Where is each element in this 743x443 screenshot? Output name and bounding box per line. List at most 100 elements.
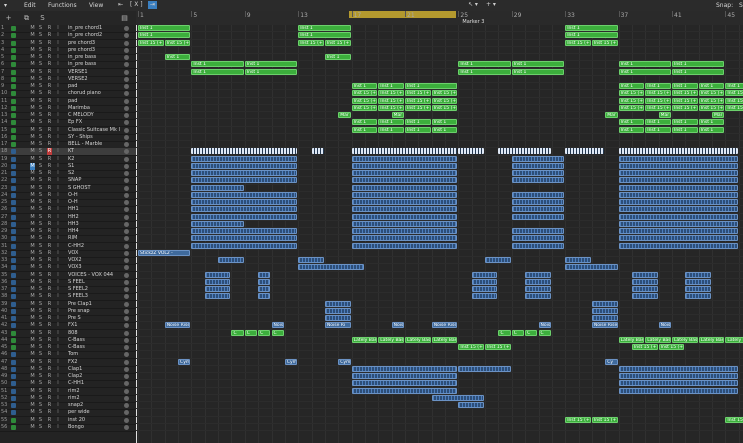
audio-region[interactable] (351, 220, 458, 227)
midi-region[interactable]: Inst 15 (+7 (645, 104, 671, 111)
audio-region[interactable] (471, 286, 498, 292)
midi-region[interactable]: Inst 1 (405, 119, 431, 126)
volume-knob-icon[interactable] (124, 171, 129, 176)
input-monitor-icon[interactable]: I (56, 402, 60, 409)
mute-button[interactable]: M (30, 170, 35, 177)
solo-button[interactable]: S (38, 170, 43, 177)
volume-knob-icon[interactable] (124, 163, 129, 169)
audio-region[interactable] (685, 271, 712, 278)
midi-region[interactable]: Inst 15 (+7 (698, 97, 725, 104)
record-button[interactable]: R (47, 61, 52, 68)
solo-button[interactable]: S (38, 112, 43, 119)
input-monitor-icon[interactable]: I (56, 330, 60, 337)
audio-region[interactable] (618, 206, 738, 213)
input-monitor-icon[interactable]: I (56, 185, 60, 192)
solo-button[interactable]: S (38, 235, 43, 242)
volume-knob-icon[interactable] (124, 178, 129, 184)
solo-button[interactable]: S (38, 127, 43, 134)
audio-region[interactable] (618, 199, 738, 205)
audio-region[interactable] (511, 155, 565, 162)
mute-button[interactable]: M (30, 90, 35, 97)
mute-button[interactable]: M (30, 61, 35, 68)
input-monitor-icon[interactable]: I (56, 83, 60, 90)
volume-knob-icon[interactable] (124, 403, 129, 408)
midi-region[interactable]: Inst 1 (645, 126, 671, 133)
midi-region[interactable]: C (231, 329, 244, 336)
volume-knob-icon[interactable] (124, 185, 129, 191)
volume-knob-icon[interactable] (124, 221, 129, 227)
midi-region[interactable]: Inst 1 (698, 119, 725, 126)
mute-button[interactable]: M (30, 185, 35, 192)
mute-button[interactable]: M (30, 264, 35, 271)
audio-region[interactable] (351, 387, 458, 394)
audio-region[interactable] (458, 402, 485, 408)
input-monitor-icon[interactable]: I (56, 192, 60, 199)
midi-region[interactable]: Inst 1 (511, 61, 565, 68)
solo-button[interactable]: S (38, 98, 43, 105)
track-name[interactable]: SNAP (68, 177, 81, 184)
solo-button[interactable]: S (38, 83, 43, 90)
midi-region[interactable]: C (511, 329, 525, 336)
volume-knob-icon[interactable] (124, 337, 129, 343)
audio-region[interactable] (511, 177, 565, 184)
audio-region[interactable] (351, 228, 458, 234)
audio-region[interactable] (191, 148, 298, 155)
mute-button[interactable]: M (30, 330, 35, 337)
midi-region[interactable]: Inst 15 (+7 (378, 97, 404, 104)
audio-region[interactable] (351, 235, 458, 242)
midi-region[interactable]: Inst 1 (565, 32, 618, 39)
audio-region[interactable] (324, 307, 351, 314)
volume-knob-icon[interactable] (124, 279, 129, 285)
input-monitor-icon[interactable]: I (56, 424, 60, 431)
midi-region[interactable]: Inst 1 (672, 83, 698, 89)
input-monitor-icon[interactable]: I (56, 337, 60, 344)
track-name[interactable]: per wide (68, 409, 90, 416)
track-name[interactable]: Classic Suitcase Mk I (68, 127, 120, 134)
record-button[interactable]: R (47, 243, 52, 250)
record-button[interactable]: R (47, 98, 52, 105)
mute-button[interactable]: M (30, 344, 35, 351)
solo-button[interactable]: S (38, 54, 43, 61)
audio-region[interactable] (431, 394, 485, 401)
volume-knob-icon[interactable] (124, 424, 129, 430)
mute-button[interactable]: M (30, 214, 35, 221)
mute-button[interactable]: M (30, 315, 35, 322)
volume-knob-icon[interactable] (124, 410, 129, 416)
solo-button[interactable]: S (38, 156, 43, 163)
solo-button[interactable]: S (38, 293, 43, 300)
audio-region[interactable] (565, 264, 618, 271)
solo-button[interactable]: S (38, 351, 43, 358)
mute-button[interactable]: M (30, 228, 35, 235)
solo-button[interactable]: S (38, 141, 43, 148)
track-name[interactable]: FX2 (68, 359, 77, 366)
midi-region[interactable]: C (271, 329, 284, 336)
record-button[interactable]: R (47, 192, 52, 199)
audio-region[interactable] (511, 242, 565, 249)
midi-region[interactable]: Inst 15 (+7 (725, 90, 743, 97)
mute-button[interactable]: M (30, 279, 35, 286)
input-monitor-icon[interactable]: I (56, 409, 60, 416)
audio-region[interactable] (351, 191, 458, 198)
solo-button[interactable]: S (38, 409, 43, 416)
arrange-area[interactable]: Inst 1 Inst 1 Inst 15 (+7 Inst 15 (+7 Inst 1… (136, 25, 743, 443)
input-monitor-icon[interactable]: I (56, 141, 60, 148)
volume-knob-icon[interactable] (124, 345, 129, 350)
record-button[interactable]: R (47, 90, 52, 97)
audio-region[interactable] (511, 191, 565, 198)
track-name[interactable]: rim2 (68, 388, 80, 395)
record-button[interactable]: R (47, 40, 52, 47)
mute-button[interactable]: M (30, 409, 35, 416)
volume-knob-icon[interactable] (124, 62, 129, 68)
volume-knob-icon[interactable] (124, 192, 129, 198)
solo-button[interactable]: S (38, 322, 43, 329)
input-monitor-icon[interactable]: I (56, 127, 60, 134)
mute-button[interactable]: M (30, 199, 35, 206)
record-button[interactable]: R (47, 272, 52, 279)
record-button[interactable]: R (47, 330, 52, 337)
audio-region[interactable] (351, 184, 458, 191)
audio-region[interactable] (191, 242, 298, 249)
input-monitor-icon[interactable]: I (56, 351, 60, 358)
solo-button[interactable]: S (38, 199, 43, 206)
track-name[interactable]: pre chord3 (68, 40, 95, 47)
midi-region[interactable]: Inst 1 (618, 61, 671, 68)
